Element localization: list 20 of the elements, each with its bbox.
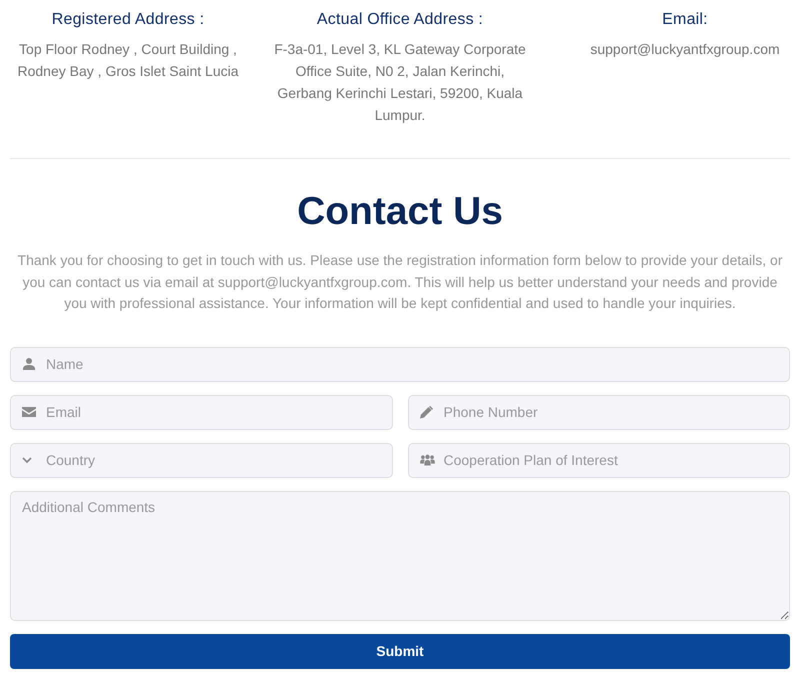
plan-select[interactable]: Cooperation Plan of Interest — [408, 442, 790, 478]
comments-field[interactable]: Additional Comments — [10, 490, 790, 620]
page-title: Contact Us — [297, 189, 503, 235]
country-select[interactable]: Country — [10, 442, 392, 478]
phone-field[interactable]: Phone Number — [408, 394, 790, 430]
section-heading: Email: — [661, 10, 709, 30]
address-text: Top Floor Rodney , Court Building , Rodney Bay , Gros Islet Saint Lucia — [16, 40, 240, 81]
section-heading: Actual Office Address : — [316, 10, 484, 30]
submit-button[interactable]: Submit — [10, 634, 790, 668]
intro-paragraph: Thank you for choosing to get in touch with us. Please use the registration information form below to provide your details, or you can contact us via email at support@luckyantfxgroup.com. This will help us better understand your needs and provide you with professional assistance. Your information will be kept confidential and used to handle your inquiries. — [16, 251, 784, 313]
section-heading: Registered Address : — [50, 10, 206, 30]
address-text: support@luckyantfxgroup.com — [589, 40, 781, 59]
chevron-down-icon — [22, 457, 32, 463]
address-text: F-3a-01, Level 3, KL Gateway Corporate Office Suite, N0 2, Jalan Kerinchi, Gerbang Kerinchi Lestari, 59200, Kuala Lumpur. — [273, 40, 527, 125]
name-field[interactable]: Name — [10, 346, 790, 382]
pencil-icon — [420, 406, 432, 418]
person-icon — [23, 358, 35, 370]
email-field[interactable]: Email — [10, 394, 392, 430]
group-icon — [420, 454, 434, 466]
envelope-icon — [22, 407, 36, 417]
